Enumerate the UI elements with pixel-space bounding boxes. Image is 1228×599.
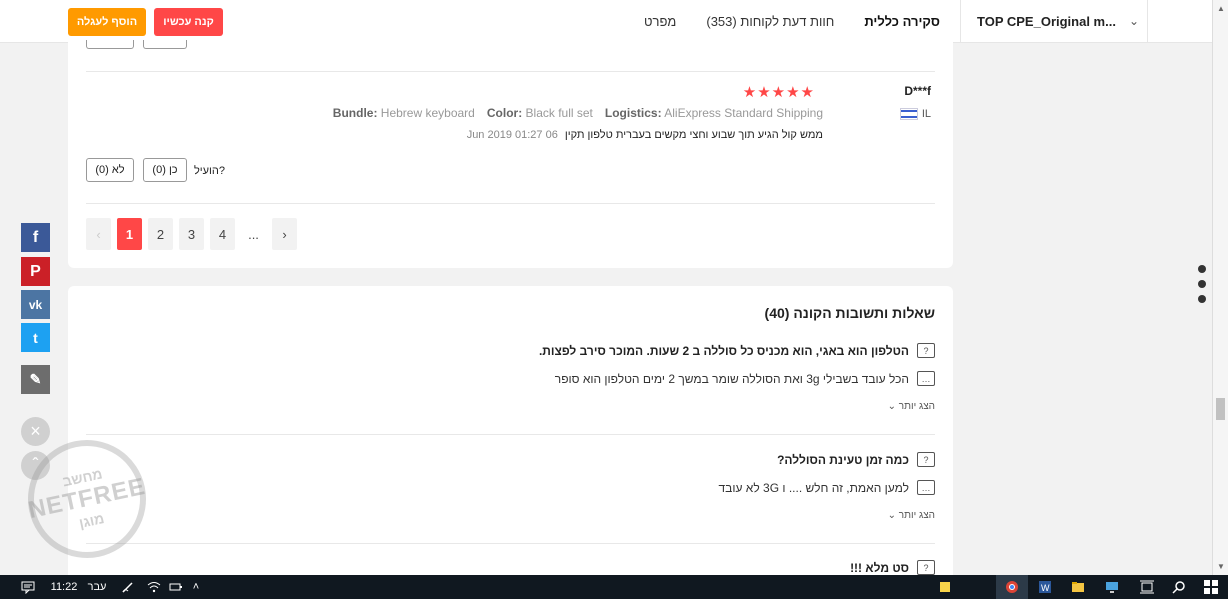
scroll-up-arrow-icon[interactable]: ▲ xyxy=(1217,4,1225,13)
qa-answer: … הכל עובד בשבילי 3g ואת הסוללה שומר במש… xyxy=(555,371,935,386)
helpful-yes-button[interactable]: כן (0) xyxy=(143,158,187,182)
more-options-icon[interactable] xyxy=(1198,265,1206,310)
attr-logistics-value: AliExpress Standard Shipping xyxy=(664,106,823,120)
prev-review-no-button[interactable] xyxy=(86,40,134,49)
qa-divider xyxy=(86,434,935,435)
pagination-ellipsis: ... xyxy=(248,226,259,242)
pagination: ‹ 1 2 3 4 ... › xyxy=(86,218,297,250)
tab-specs[interactable]: מפרט xyxy=(644,0,676,43)
question-text: הטלפון הוא באגי, הוא מכניס כל סוללה ב 2 … xyxy=(538,343,909,358)
next-page-button[interactable]: › xyxy=(272,218,297,250)
qa-answer: … למען האמת, זה חלש .... ו 3G לא עובד xyxy=(719,480,935,495)
answer-icon: … xyxy=(917,371,935,386)
scrollbar-thumb[interactable] xyxy=(1216,398,1225,420)
clock[interactable]: 11:22 xyxy=(46,575,82,599)
israel-flag-icon xyxy=(899,108,918,120)
page-4-button[interactable]: 4 xyxy=(210,218,235,250)
sticky-header: הוסף לעגלה קנה עכשיו סקירה כללית חוות דע… xyxy=(0,0,1228,43)
qa-question: ? הטלפון הוא באגי, הוא מכניס כל סוללה ב … xyxy=(539,343,935,358)
twitter-share-icon[interactable]: t xyxy=(21,323,50,352)
qa-question: ? סט מלא !!! xyxy=(850,560,935,575)
show-more-label: הצג יותר xyxy=(898,401,935,412)
buy-now-button[interactable]: קנה עכשיו xyxy=(154,8,223,36)
review-text: ממש קול הגיע תוך שבוע וחצי מקשים בעברית … xyxy=(467,129,823,141)
tab-overview[interactable]: סקירה כללית xyxy=(864,0,940,43)
review-divider xyxy=(86,71,935,72)
reviewer-country: IL xyxy=(899,108,931,120)
helpful-label: הועיל? xyxy=(193,165,225,177)
wifi-icon[interactable] xyxy=(144,575,164,599)
page-scrollbar[interactable]: ▲ ▼ xyxy=(1212,0,1228,575)
tab-reviews[interactable]: חוות דעת לקוחות (353) xyxy=(706,0,834,43)
close-icon[interactable]: × xyxy=(21,417,50,446)
answer-icon: … xyxy=(917,480,935,495)
pinterest-share-icon[interactable]: P xyxy=(21,257,50,286)
product-tabs: סקירה כללית חוות דעת לקוחות (353) מפרט xyxy=(614,0,940,43)
show-more-link[interactable]: הצג יותר ⌄ xyxy=(888,510,935,521)
scroll-down-arrow-icon[interactable]: ▼ xyxy=(1217,562,1225,571)
computer-icon[interactable] xyxy=(1097,575,1127,599)
pencil-icon[interactable]: ✎ xyxy=(21,365,50,394)
qa-card: שאלות ותשובות הקונה (40) ? הטלפון הוא בא… xyxy=(68,286,953,586)
attr-logistics-key: Logistics: xyxy=(604,106,662,120)
question-text: כמה זמן טעינת הסוללה? xyxy=(777,452,909,467)
page-1-button[interactable]: 1 xyxy=(117,218,142,250)
helpful-no-button[interactable]: לא (0) xyxy=(86,158,134,182)
word-icon[interactable]: W xyxy=(1030,575,1060,599)
chrome-icon[interactable] xyxy=(996,575,1028,599)
pen-icon[interactable] xyxy=(118,575,138,599)
review-body: ממש קול הגיע תוך שבוע וחצי מקשים בעברית … xyxy=(564,129,823,141)
prev-review-yes-button[interactable] xyxy=(143,40,187,49)
country-code: IL xyxy=(921,108,931,120)
show-more-link[interactable]: הצג יותר ⌄ xyxy=(888,401,935,412)
prev-page-button[interactable]: ‹ xyxy=(86,218,111,250)
sticky-notes-icon[interactable] xyxy=(936,575,954,599)
vk-share-icon[interactable]: vk xyxy=(21,290,50,319)
attr-color-value: Black full set xyxy=(525,106,593,120)
page-3-button[interactable]: 3 xyxy=(179,218,204,250)
facebook-share-icon[interactable]: f xyxy=(21,223,50,252)
rating-stars: ★★★★★ xyxy=(742,84,815,101)
answer-text: הכל עובד בשבילי 3g ואת הסוללה שומר במשך … xyxy=(554,371,909,386)
attr-color-key: Color: xyxy=(486,106,523,120)
qa-question: ? כמה זמן טעינת הסוללה? xyxy=(777,452,935,467)
add-to-cart-button[interactable]: הוסף לעגלה xyxy=(68,8,146,36)
review-attributes: Bundle: Hebrew keyboard Color: Black full… xyxy=(333,106,823,120)
show-more-label: הצג יותר xyxy=(898,510,935,521)
windows-taskbar: W ˄ עבר 11:22 xyxy=(0,575,1228,599)
reviewer-name: D***f xyxy=(904,84,931,98)
question-icon: ? xyxy=(917,452,935,467)
answer-text: למען האמת, זה חלש .... ו 3G לא עובד xyxy=(718,480,909,495)
page-2-button[interactable]: 2 xyxy=(148,218,173,250)
question-icon: ? xyxy=(917,560,935,575)
file-explorer-icon[interactable] xyxy=(1063,575,1093,599)
review-date: 06 Jun 2019 01:27 xyxy=(466,129,558,141)
attr-bundle-value: Hebrew keyboard xyxy=(380,106,475,120)
pagination-divider xyxy=(86,203,935,204)
battery-icon[interactable] xyxy=(166,575,186,599)
chevron-up-icon[interactable]: ˄ xyxy=(188,575,204,599)
search-icon[interactable] xyxy=(1166,575,1192,599)
question-icon: ? xyxy=(917,343,935,358)
attr-bundle-key: Bundle: xyxy=(332,106,378,120)
qa-divider xyxy=(86,543,935,544)
windows-start-icon[interactable] xyxy=(1198,575,1224,599)
question-text: סט מלא !!! xyxy=(850,560,909,575)
language-indicator[interactable]: עבר xyxy=(82,575,112,599)
action-center-icon[interactable] xyxy=(16,575,40,599)
product-name: TOP CPE_Original m... xyxy=(977,14,1116,29)
svg-text:W: W xyxy=(1041,583,1050,593)
reviews-card: D***f IL ★★★★★ Bundle: Hebrew keyboard Co… xyxy=(68,40,953,268)
product-selector[interactable]: TOP CPE_Original m... ⌄ xyxy=(960,0,1148,43)
qa-title: שאלות ותשובות הקונה (40) xyxy=(764,305,935,321)
task-view-icon[interactable] xyxy=(1134,575,1160,599)
chevron-down-icon: ⌄ xyxy=(1128,14,1139,28)
